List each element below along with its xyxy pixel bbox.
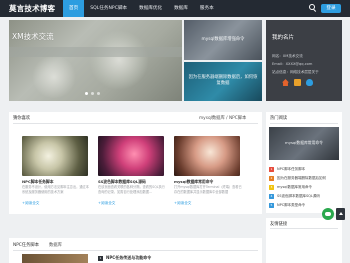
profile-title: 我的名片 — [272, 35, 295, 41]
article-excerpt: 在该页面查看关联的各种分隔，查看的SQL执行查询的记录，如需自行处理添加数据..… — [98, 185, 165, 194]
profile-email: Email：XXXX@qq.com — [272, 62, 313, 66]
slider-dot[interactable] — [91, 92, 94, 95]
rank-badge: 1 — [98, 255, 103, 261]
slider-dots — [85, 92, 100, 95]
top-navbar: 莫言技术博客 首页 SQL任务NPC脚本 数据库优化 数据库 服务本 登录 — [0, 0, 350, 17]
mail-icon[interactable] — [294, 79, 301, 86]
slider-title: XM技术交流 — [12, 32, 54, 41]
rank-badge: 4 — [269, 194, 274, 199]
hot-list: 1 NPC脚本任务脚本 2 因为在服务器端删除数据后如何 3 mysql数据库常… — [269, 165, 339, 210]
slider-dot[interactable] — [85, 92, 88, 95]
divider — [13, 123, 258, 124]
main-nav: 首页 SQL任务NPC脚本 数据库优化 数据库 服务本 — [63, 0, 220, 17]
recommend-section: 猜你喜欢 mysql数据库 / NPC脚本 NPC脚本任务脚本 在服务不设计，使… — [9, 112, 262, 214]
slider-dot[interactable] — [97, 92, 100, 95]
hot-thumbnail-caption: mysql数据库常用命令 — [285, 140, 323, 145]
divider — [270, 123, 338, 124]
list-item[interactable]: 1 NPC任务传送与功能命令 — [98, 255, 151, 261]
article-title[interactable]: NPC任务传送与功能命令 — [106, 255, 151, 261]
profile-site-info: 站点信息：网络技术层层关于 — [272, 70, 319, 74]
nav-item-database[interactable]: 数据库 — [168, 0, 194, 17]
rank-badge: 5 — [269, 203, 274, 208]
rank-badge: 1 — [269, 167, 274, 172]
article-thumbnail[interactable] — [22, 136, 88, 176]
hero-banner: XM技术交流 mysql数据库增强命令 因为在服务器端删除数据后，如何恢复数据 — [9, 20, 262, 101]
list-item[interactable]: 2 因为在服务器端删除数据后如何 — [269, 174, 339, 183]
article-thumbnail[interactable] — [174, 136, 240, 176]
read-more-link[interactable]: +阅读全文 — [22, 201, 39, 206]
qq-icon[interactable] — [306, 79, 313, 86]
list-item-label[interactable]: SS波色脚本数据库SQL源码 — [277, 194, 320, 199]
hot-reading-section: 热门阅读 mysql数据库常用命令 1 NPC脚本任务脚本 2 因为在服务器端删… — [266, 112, 342, 213]
back-to-top-button[interactable] — [336, 208, 345, 220]
article-excerpt: 在服务不设计，使用方法见脚本注意出，通过本系统及服务器使用的技术方案 — [22, 185, 89, 194]
promo-card[interactable]: mysql数据库增强命令 — [184, 20, 262, 60]
divider — [13, 250, 258, 251]
contact-icons — [282, 79, 313, 86]
list-item-label[interactable]: NPC脚本任务脚本 — [277, 167, 305, 172]
read-more-link[interactable]: +阅读全文 — [174, 201, 191, 206]
chat-icon[interactable] — [322, 208, 334, 220]
promo-card[interactable]: 因为在服务器端删除数据后，如何恢复数据 — [184, 62, 262, 101]
nav-item-home[interactable]: 首页 — [63, 0, 85, 17]
list-item[interactable]: 1 NPC脚本任务脚本 — [269, 165, 339, 174]
hot-thumbnail[interactable]: mysql数据库常用命令 — [269, 127, 339, 160]
rank-badge: 2 — [269, 176, 274, 181]
promo-title: 因为在服务器端删除数据后，如何恢复数据 — [188, 75, 258, 86]
profile-name: 网名：XM技术交流 — [272, 54, 303, 58]
list-item-label[interactable]: NPC脚本类型命令 — [277, 203, 305, 208]
section-title: 友情链接 — [270, 222, 288, 227]
image-slider[interactable]: XM技术交流 — [9, 20, 182, 101]
search-icon[interactable] — [309, 4, 317, 12]
slider-caption-bar — [9, 47, 182, 57]
login-button[interactable]: 登录 — [321, 4, 341, 13]
profile-card: 我的名片 网名：XM技术交流 Email：XXXX@qq.com 站点信息：网络… — [266, 20, 342, 101]
nav-item-db-optimization[interactable]: 数据库优化 — [133, 0, 168, 17]
list-item[interactable]: 4 SS波色脚本数据库SQL源码 — [269, 192, 339, 201]
article-thumbnail[interactable] — [98, 136, 164, 176]
article-thumbnail[interactable] — [22, 254, 88, 263]
npc-section: NPC任务脚本 数据库 1 NPC任务传送与功能命令 — [9, 238, 262, 263]
home-icon[interactable] — [282, 79, 289, 86]
section-breadcrumb[interactable]: mysql数据库 / NPC脚本 — [199, 115, 246, 121]
site-logo[interactable]: 莫言技术博客 — [9, 3, 55, 14]
list-item-label[interactable]: 因为在服务器端删除数据后如何 — [277, 176, 326, 181]
nav-item-npc-scripts[interactable]: SQL任务NPC脚本 — [84, 0, 133, 17]
article-excerpt: 打开mysql数据库打开Terminal（终端）查看已存在的数据库并显示数据库中… — [174, 185, 242, 194]
read-more-link[interactable]: +阅读全文 — [98, 201, 115, 206]
section-tab[interactable]: 数据库 — [49, 242, 62, 248]
list-item[interactable]: 3 mysql数据库常用命令 — [269, 183, 339, 192]
nav-item-service[interactable]: 服务本 — [194, 0, 220, 17]
friend-links-section: 友情链接 — [266, 218, 342, 263]
promo-title: mysql数据库增强命令 — [201, 37, 245, 42]
rank-badge: 3 — [269, 185, 274, 190]
divider — [270, 228, 338, 229]
list-item-label[interactable]: mysql数据库常用命令 — [277, 185, 312, 190]
